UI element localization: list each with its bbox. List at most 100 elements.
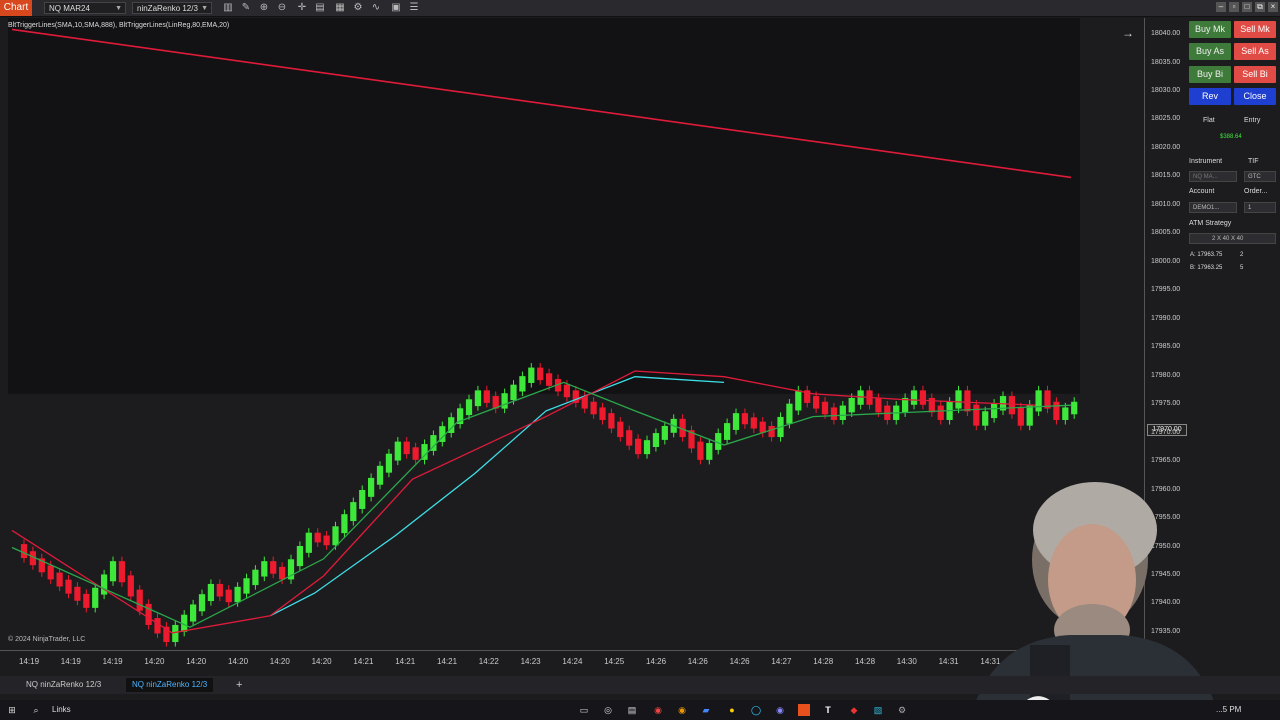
candle-down (821, 401, 829, 415)
windows-start-icon[interactable]: ⊞ (6, 704, 18, 716)
links-toolbar[interactable]: Links (52, 705, 71, 714)
candle-down (136, 589, 143, 611)
candle-up (652, 433, 660, 448)
app-icon[interactable]: ▭ (578, 704, 590, 716)
time-tick-label: 14:20 (311, 657, 332, 666)
tif-label: TIF (1248, 158, 1259, 165)
time-tick-label: 14:20 (186, 657, 207, 666)
candle-up (243, 578, 250, 594)
instrument-label: Instrument (1189, 158, 1223, 165)
chart-tab-label[interactable]: Chart (0, 0, 32, 16)
time-tick-label: 14:19 (60, 657, 81, 666)
price-tick-label: 17980.00 (1151, 371, 1181, 379)
candle-up (109, 561, 117, 582)
buy-ask-button[interactable]: Buy As (1189, 43, 1231, 60)
restore-icon[interactable]: ▫ (1229, 2, 1239, 12)
time-tick-label: 14:22 (478, 657, 499, 666)
candle-up (501, 393, 508, 409)
strategy-icon[interactable]: ⚙ (352, 2, 364, 14)
bid-price: B: 17963.25 (1190, 265, 1223, 271)
crosshair-icon[interactable]: ✛ (296, 2, 308, 14)
chart-trader-panel: Buy Mk Sell Mk Buy As Sell As Buy Bi Sel… (1186, 18, 1280, 318)
pencil-icon[interactable]: ✎ (240, 2, 252, 14)
candle-down (412, 447, 419, 460)
candle-down (599, 407, 606, 420)
app-icon[interactable]: ◉ (774, 704, 786, 716)
app-icon[interactable] (798, 704, 810, 716)
buy-market-button[interactable]: Buy Mk (1189, 21, 1231, 38)
ask-size: 2 (1240, 252, 1244, 258)
zoom-out-icon[interactable]: ⊖ (276, 2, 288, 14)
os-taskbar: ⊞ ⌕ Links ▭ ◎ ▤ ◉ ◉ ▰ ● ◯ ◉ T ◆ ▧ ⚙ ...5… (0, 700, 1280, 720)
sell-market-button[interactable]: Sell Mk (1234, 21, 1276, 38)
app-icon[interactable]: ⚙ (896, 704, 908, 716)
time-tick-label: 14:20 (228, 657, 249, 666)
tif-dropdown[interactable]: GTC (1244, 171, 1276, 182)
draw-objects-icon[interactable]: ▣ (390, 2, 402, 14)
template-icon[interactable]: ▤ (314, 2, 326, 14)
order-qty-stepper[interactable]: 1 (1244, 202, 1276, 213)
app-icon[interactable]: ▧ (872, 704, 884, 716)
reverse-button[interactable]: Rev (1189, 88, 1231, 105)
tab-chart-2[interactable]: NQ ninZaRenko 12/3 (126, 678, 214, 692)
sell-ask-button[interactable]: Sell As (1234, 43, 1276, 60)
instrument-dropdown[interactable]: NQ MA... (1189, 171, 1237, 182)
candle-up (190, 604, 197, 622)
pin-icon[interactable]: ⧉ (1255, 2, 1265, 12)
maximize-icon[interactable]: □ (1242, 2, 1252, 12)
app-icon[interactable]: ◎ (602, 704, 614, 716)
time-tick-label: 14:28 (813, 657, 834, 666)
close-icon[interactable]: × (1268, 2, 1278, 12)
price-tick-label: 18000.00 (1151, 257, 1181, 265)
list-icon[interactable]: ☰ (408, 2, 420, 14)
candle-down (875, 397, 882, 413)
app-icon[interactable]: ▤ (626, 704, 638, 716)
candle-down (608, 413, 615, 429)
candle-down (483, 390, 490, 403)
time-tick-label: 14:25 (604, 657, 625, 666)
app-icon[interactable]: ◉ (676, 704, 688, 716)
pnl-value: $388.64 (1220, 134, 1242, 140)
candle-down (1053, 401, 1060, 420)
sell-bid-button[interactable]: Sell Bi (1234, 66, 1276, 83)
indicator-icon[interactable]: ∿ (370, 2, 382, 14)
minimize-icon[interactable]: ‒ (1216, 2, 1226, 12)
flat-label: Flat (1203, 117, 1215, 124)
chrome-icon[interactable]: ◉ (652, 704, 664, 716)
close-position-button[interactable]: Close (1234, 88, 1276, 105)
bar-type-selector[interactable]: ninZaRenko 12/3 ▼ (132, 2, 212, 14)
properties-icon[interactable]: ▦ (334, 2, 346, 14)
app-icon[interactable]: T (822, 704, 834, 716)
price-tick-label: 18015.00 (1151, 172, 1181, 180)
candle-up (982, 411, 989, 426)
search-icon[interactable]: ⌕ (30, 704, 42, 716)
app-icon[interactable]: ▰ (700, 704, 712, 716)
time-tick-label: 14:21 (437, 657, 458, 666)
buy-bid-button[interactable]: Buy Bi (1189, 66, 1231, 83)
candle-up (848, 397, 855, 413)
zoom-in-icon[interactable]: ⊕ (258, 2, 270, 14)
arrow-right-icon[interactable]: → (1122, 26, 1134, 40)
candle-up (385, 453, 393, 473)
candle-down (225, 589, 232, 603)
account-dropdown[interactable]: DEMO1... (1189, 202, 1237, 213)
chevron-down-icon: ▼ (115, 5, 122, 12)
bars-icon[interactable]: ▥ (222, 2, 234, 14)
price-tick-label: 18025.00 (1151, 115, 1181, 123)
atm-strategy-dropdown[interactable]: 2 X 40 X 40 (1189, 233, 1276, 244)
candle-up (92, 587, 99, 608)
indicator-label: BltTriggerLines(SMA,10,SMA,888), BltTrig… (8, 22, 230, 29)
candle-down (813, 396, 820, 409)
candle-down (973, 404, 980, 426)
candle-up (1062, 407, 1069, 420)
instrument-selector[interactable]: NQ MAR24 ▼ (44, 2, 126, 14)
chevron-down-icon: ▼ (201, 5, 208, 12)
app-icon[interactable]: ◆ (848, 704, 860, 716)
app-icon[interactable]: ● (726, 704, 738, 716)
add-tab-icon[interactable]: + (230, 678, 248, 692)
app-icon[interactable]: ◯ (750, 704, 762, 716)
tab-chart-1[interactable]: NQ ninZaRenko 12/3 (20, 678, 107, 692)
candle-down (216, 583, 223, 597)
price-tick-label: 17985.00 (1151, 343, 1181, 351)
candle-down (919, 390, 927, 405)
